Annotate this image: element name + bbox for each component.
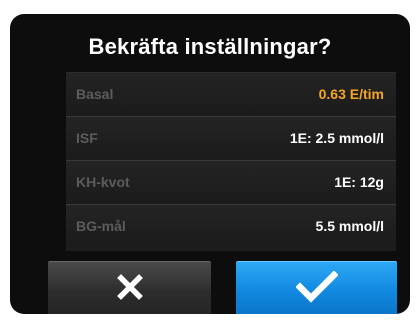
setting-label: ISF: [76, 130, 98, 146]
confirm-button[interactable]: [236, 261, 397, 314]
setting-row-bg-mal: BG-mål 5.5 mmol/l: [66, 205, 396, 248]
setting-value: 5.5 mmol/l: [315, 218, 384, 234]
settings-list: Basal 0.63 E/tim ISF 1E: 2.5 mmol/l KH-k…: [66, 72, 396, 251]
confirm-settings-screen: Bekräfta inställningar? Basal 0.63 E/tim…: [10, 14, 410, 314]
setting-value: 1E: 12g: [334, 174, 384, 190]
setting-value: 1E: 2.5 mmol/l: [289, 130, 384, 146]
setting-row-kh-kvot: KH-kvot 1E: 12g: [66, 161, 396, 205]
setting-label: BG-mål: [76, 218, 126, 234]
setting-value: 0.63 E/tim: [318, 86, 384, 102]
close-icon: [116, 273, 143, 305]
setting-label: KH-kvot: [76, 174, 130, 190]
setting-row-isf: ISF 1E: 2.5 mmol/l: [66, 117, 396, 161]
setting-row-basal: Basal 0.63 E/tim: [66, 73, 396, 117]
dialog-title: Bekräfta inställningar?: [88, 34, 332, 59]
setting-label: Basal: [76, 86, 114, 102]
cancel-button[interactable]: [48, 261, 211, 314]
checkmark-icon: [294, 269, 339, 308]
